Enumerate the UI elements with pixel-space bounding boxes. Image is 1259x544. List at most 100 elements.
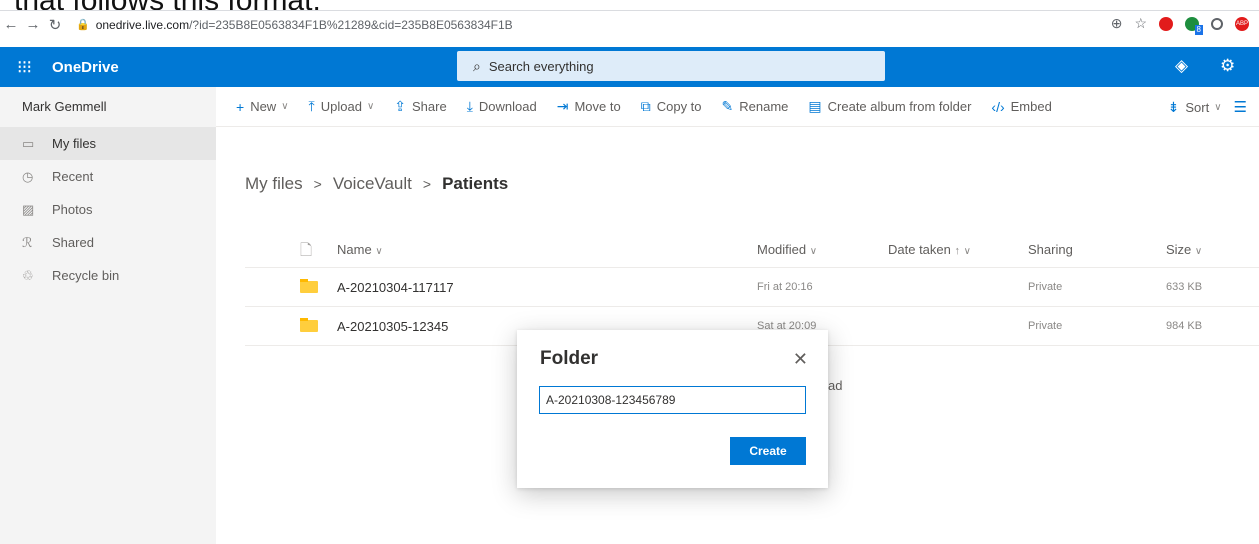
chevron-down-icon: ∨ (809, 246, 818, 257)
extension-badge: 8 (1194, 24, 1203, 35)
rename-label: Rename (739, 99, 789, 114)
download-label: Download (478, 99, 537, 114)
people-icon: ℛ (22, 234, 33, 250)
forward-icon[interactable]: → (22, 16, 44, 33)
folder-name-input[interactable] (539, 386, 806, 414)
column-modified-label: Modified (757, 242, 807, 257)
create-button[interactable]: Create (730, 437, 806, 465)
file-name[interactable]: A-20210304-117117 (337, 280, 454, 295)
create-album-button[interactable]: ▤ Create album from folder (808, 98, 971, 115)
zoom-icon[interactable]: ⊕ (1111, 15, 1123, 32)
reload-icon[interactable]: ↻ (44, 16, 66, 34)
address-bar[interactable]: 🔒 onedrive.live.com /?id=235B8E0563834F1… (76, 18, 513, 32)
move-icon: ⇥ (556, 98, 569, 114)
nav-item-recent[interactable]: ◷ Recent (0, 160, 216, 193)
browser-toolbar: ← → ↻ 🔒 onedrive.live.com /?id=235B8E056… (0, 10, 1259, 38)
back-icon[interactable]: ← (0, 16, 22, 33)
search-box[interactable]: ⌕ Search everything (457, 51, 885, 81)
breadcrumb-my-files[interactable]: My files (245, 174, 303, 194)
nav-label: Photos (52, 202, 93, 217)
url-host: onedrive.live.com (95, 17, 190, 32)
chevron-right-icon: > (422, 176, 432, 192)
column-modified[interactable]: Modified ∨ (757, 242, 817, 257)
lock-icon: 🔒 (76, 19, 90, 31)
nav-item-my-files[interactable]: ▭ My files (0, 127, 216, 160)
new-label: New (250, 99, 277, 114)
column-date-taken[interactable]: Date taken ↑ ∨ (888, 242, 971, 257)
file-name[interactable]: A-20210305-12345 (337, 319, 448, 334)
adblock-icon[interactable]: ABP (1235, 16, 1249, 31)
table-row[interactable]: A-20210304-117117 Fri at 20:16 Private 6… (245, 268, 1259, 307)
trash-icon: ♲ (22, 267, 34, 283)
nav-label: Recycle bin (52, 268, 120, 283)
chevron-down-icon: ∨ (281, 101, 289, 112)
download-button[interactable]: ⤓ Download (467, 98, 537, 115)
pencil-icon: ✎ (721, 98, 734, 114)
bookmark-star-icon[interactable]: ☆ (1134, 15, 1147, 32)
rename-button[interactable]: ✎ Rename (722, 98, 789, 115)
settings-gear-icon[interactable]: ⚙ (1220, 56, 1235, 76)
nav-item-photos[interactable]: ▨ Photos (0, 193, 216, 226)
view-options-icon[interactable]: ☰ (1234, 98, 1247, 116)
nav-label: My files (52, 136, 97, 151)
share-icon: ⇪ (394, 98, 406, 114)
folder-icon (300, 318, 318, 332)
file-sharing: Private (1028, 281, 1063, 293)
sort-button[interactable]: ⇟ Sort ∨ (1168, 99, 1222, 116)
circle-extension-icon[interactable] (1211, 17, 1223, 30)
green-extension-icon[interactable]: 8 (1185, 16, 1203, 35)
left-navigation: Mark Gemmell ▭ My files ◷ Recent ▨ Photo… (0, 87, 216, 544)
file-list-header: 🗋 Name ∨ Modified ∨ Date taken ↑ ∨ Shari… (245, 232, 1259, 268)
column-date-taken-label: Date taken (888, 242, 951, 257)
upload-label: Upload (320, 99, 362, 114)
share-label: Share (412, 99, 447, 114)
download-arrow-icon: ⤓ (466, 98, 473, 114)
copy-icon: ⧉ (640, 98, 651, 114)
move-label: Move to (574, 99, 621, 114)
upload-arrow-icon: ⤒ (308, 98, 315, 114)
search-icon: ⌕ (473, 57, 481, 74)
new-button[interactable]: + New ∨ (236, 99, 289, 115)
copy-label: Copy to (656, 99, 702, 114)
chevron-down-icon: ∨ (1214, 101, 1222, 113)
column-name-label: Name (337, 242, 372, 257)
close-icon[interactable]: ✕ (793, 349, 808, 370)
copy-to-button[interactable]: ⧉ Copy to (641, 98, 702, 115)
clock-icon: ◷ (22, 168, 34, 184)
file-size: 633 KB (1166, 281, 1203, 293)
chevron-down-icon: ∨ (366, 101, 375, 112)
nav-label: Shared (52, 235, 94, 250)
embed-label: Embed (1010, 99, 1052, 114)
sort-area: ⇟ Sort ∨ ☰ (1168, 98, 1247, 117)
nav-item-shared[interactable]: ℛ Shared (0, 226, 216, 259)
move-to-button[interactable]: ⇥ Move to (557, 98, 621, 115)
nav-item-recycle-bin[interactable]: ♲ Recycle bin (0, 259, 216, 292)
column-sharing[interactable]: Sharing (1028, 242, 1073, 257)
breadcrumb-voicevault[interactable]: VoiceVault (333, 174, 412, 194)
album-icon: ▤ (808, 98, 822, 114)
file-sharing: Private (1028, 320, 1063, 332)
chevron-down-icon: ∨ (963, 246, 971, 257)
opera-extension-icon[interactable] (1159, 16, 1173, 31)
upload-button[interactable]: ⤒ Upload ∨ (309, 98, 375, 115)
chevron-down-icon: ∨ (375, 246, 383, 257)
column-size[interactable]: Size ∨ (1166, 242, 1202, 257)
share-button[interactable]: ⇪ Share (394, 98, 446, 115)
premium-diamond-icon[interactable]: ◈ (1175, 56, 1188, 76)
user-name: Mark Gemmell (22, 99, 107, 114)
file-type-icon[interactable]: 🗋 (300, 240, 312, 265)
app-launcher-icon[interactable]: ⁝⁝⁝ (0, 57, 48, 78)
extensions-area: ⊕ ☆ 8 ABP (1111, 15, 1249, 35)
column-name[interactable]: Name ∨ (337, 242, 383, 257)
breadcrumb: My files > VoiceVault > Patients (245, 174, 508, 194)
nav-label: Recent (52, 169, 94, 184)
embed-button[interactable]: ‹/› Embed (991, 99, 1051, 115)
chevron-right-icon: > (313, 176, 322, 192)
folder-icon (300, 279, 318, 293)
new-folder-dialog: Folder ✕ Create (517, 330, 828, 488)
sort-ascending-icon: ↑ (954, 245, 961, 257)
sort-icon: ⇟ (1167, 98, 1180, 115)
file-size: 984 KB (1166, 320, 1203, 332)
sort-label: Sort (1185, 99, 1210, 115)
app-name[interactable]: OneDrive (52, 59, 119, 76)
